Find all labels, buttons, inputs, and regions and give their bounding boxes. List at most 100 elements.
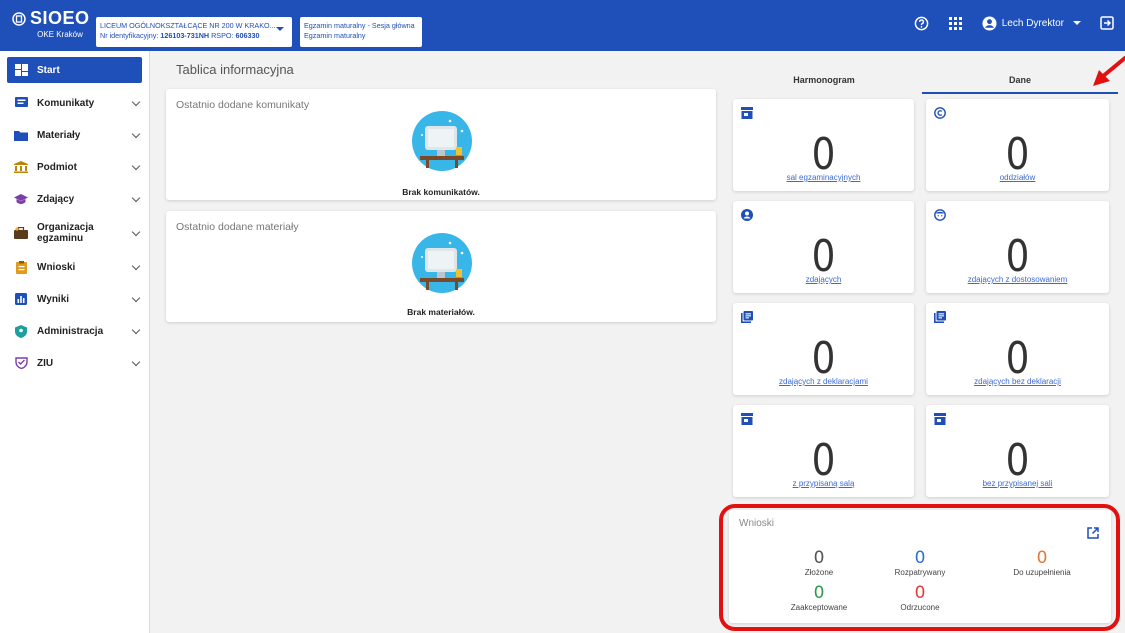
sidebar-item-label: Komunikaty — [37, 97, 95, 109]
stat-link[interactable]: oddziałów — [926, 173, 1109, 182]
school-selector[interactable]: LICEUM OGÓLNOKSZTAŁCĄCE NR 200 W KRAKO..… — [96, 17, 292, 47]
stat-link[interactable]: bez przypisanej sali — [926, 479, 1109, 488]
school-id: 126103-731NH — [160, 31, 210, 40]
card-title: Ostatnio dodane komunikaty — [176, 99, 310, 111]
card-title: Ostatnio dodane materiały — [176, 221, 299, 233]
help-icon[interactable] — [914, 15, 930, 31]
stat-link[interactable]: sal egzaminacyjnych — [733, 173, 914, 182]
sidebar-item-organizacja-egzaminu[interactable]: Organizacja egzaminu — [0, 215, 149, 251]
institution-icon — [14, 161, 28, 173]
rspo-label: RSPO: — [211, 31, 234, 40]
sidebar-item-label: Start — [37, 64, 60, 76]
empty-desk-illustration — [412, 111, 472, 171]
empty-message: Brak materiałów. — [407, 307, 475, 317]
recent-messages-card: Ostatnio dodane komunikaty Brak komunika… — [166, 89, 716, 200]
user-name: Lech Dyrektor — [1001, 17, 1064, 29]
sidebar-item-label: ZIU — [37, 357, 54, 369]
shield-icon — [14, 324, 28, 338]
store-icon — [741, 413, 753, 425]
sidebar-item-komunikaty[interactable]: Komunikaty — [0, 87, 149, 119]
exam-session: Egzamin maturalny - Sesja główna — [304, 21, 415, 30]
sidebar-item-label: Administracja — [37, 325, 104, 337]
sidebar-item-label: Wnioski — [37, 261, 76, 273]
tab-harmonogram[interactable]: Harmonogram — [726, 70, 922, 94]
stat-card: 0 sal egzaminacyjnych — [733, 99, 914, 191]
sidebar-item-zdajacy[interactable]: Zdający — [0, 183, 149, 215]
school-name: LICEUM OGÓLNOKSZTAŁCĄCE NR 200 W KRAKO..… — [100, 21, 276, 30]
chevron-down-icon — [131, 357, 141, 367]
chevron-down-icon — [131, 227, 141, 237]
briefcase-icon — [14, 227, 28, 239]
sidebar-item-label: Podmiot — [37, 161, 77, 173]
stat-card: 0 z przypisaną salą — [733, 405, 914, 497]
stat-card: 0 zdających z dostosowaniem — [926, 201, 1109, 293]
stat-card: 0 zdających bez deklaracji — [926, 303, 1109, 395]
account-circle-icon — [741, 209, 753, 221]
sidebar-item-label: Organizacja egzaminu — [37, 222, 94, 244]
folder-icon — [14, 129, 28, 141]
sidebar-item-wyniki[interactable]: Wyniki — [0, 283, 149, 315]
stat-link[interactable]: zdających z deklaracjami — [733, 377, 914, 386]
empty-message: Brak komunikatów. — [402, 187, 480, 197]
exam-selector[interactable]: Egzamin maturalny - Sesja główna Egzamin… — [300, 17, 422, 47]
recent-materials-card: Ostatnio dodane materiały Brak materiałó… — [166, 211, 716, 322]
sidebar-item-materialy[interactable]: Materiały — [0, 119, 149, 151]
bar-chart-icon — [14, 293, 28, 305]
stat-link[interactable]: zdających — [733, 275, 914, 284]
store-icon — [934, 413, 946, 425]
ziu-icon — [14, 357, 28, 369]
store-icon — [741, 107, 753, 119]
sidebar-item-label: Zdający — [37, 193, 75, 205]
empty-desk-illustration — [412, 233, 472, 293]
stat-card: 0 zdających z deklaracjami — [733, 303, 914, 395]
sidebar-item-podmiot[interactable]: Podmiot — [0, 151, 149, 183]
brand-logo[interactable]: SIOEO OKE Kraków — [12, 8, 92, 39]
sidebar-item-wnioski[interactable]: Wnioski — [0, 251, 149, 283]
stat-link[interactable]: zdających bez deklaracji — [926, 377, 1109, 386]
rspo-number: 606330 — [235, 31, 260, 40]
dashboard-icon — [14, 64, 28, 76]
brand-title: SIOEO — [30, 8, 90, 28]
panel-tabs: Harmonogram Dane — [726, 70, 1118, 94]
clipboard-icon — [14, 260, 28, 274]
sidebar-item-ziu[interactable]: ZIU — [0, 347, 149, 379]
face-icon — [934, 209, 946, 221]
chevron-down-icon — [131, 293, 141, 303]
chevron-down-icon — [131, 325, 141, 335]
chevron-down-icon — [276, 27, 284, 31]
chevron-down-icon — [131, 97, 141, 107]
stat-card: 0 bez przypisanej sali — [926, 405, 1109, 497]
chevron-down-icon — [131, 193, 141, 203]
sidebar-item-administracja[interactable]: Administracja — [0, 315, 149, 347]
account-circle-icon — [982, 15, 997, 31]
chevron-down-icon — [131, 261, 141, 271]
library-books-icon — [934, 311, 946, 323]
chevron-down-icon — [131, 129, 141, 139]
library-books-icon — [741, 311, 753, 323]
highlight-box — [719, 504, 1120, 631]
sidebar: Start Komunikaty Materiały Podmiot Zdają… — [0, 51, 150, 633]
logout-icon[interactable] — [1099, 15, 1115, 31]
sidebar-item-label: Materiały — [37, 129, 81, 141]
graduation-cap-icon — [14, 193, 28, 205]
chevron-down-icon — [1073, 21, 1081, 25]
sidebar-item-start[interactable]: Start — [7, 57, 142, 83]
top-bar: SIOEO OKE Kraków LICEUM OGÓLNOKSZTAŁCĄCE… — [0, 0, 1125, 51]
apps-grid-icon[interactable] — [948, 15, 964, 31]
user-menu[interactable]: Lech Dyrektor — [982, 15, 1081, 31]
school-id-label: Nr identyfikacyjny: — [100, 31, 159, 40]
annotation-arrow-icon — [1093, 56, 1125, 86]
copyright-icon — [934, 107, 946, 119]
exam-type: Egzamin maturalny — [304, 31, 366, 40]
stat-link[interactable]: zdających z dostosowaniem — [926, 275, 1109, 284]
stat-card: 0 oddziałów — [926, 99, 1109, 191]
brand-subtitle: OKE Kraków — [37, 30, 83, 39]
message-icon — [14, 97, 28, 109]
sioeo-logo-icon — [12, 11, 26, 26]
school-ids: Nr identyfikacyjny: 126103-731NH RSPO: 6… — [100, 31, 288, 41]
chevron-down-icon — [131, 161, 141, 171]
sidebar-item-label: Wyniki — [37, 293, 70, 305]
page-title: Tablica informacyjna — [176, 62, 294, 77]
stat-card: 0 zdających — [733, 201, 914, 293]
stat-link[interactable]: z przypisaną salą — [733, 479, 914, 488]
